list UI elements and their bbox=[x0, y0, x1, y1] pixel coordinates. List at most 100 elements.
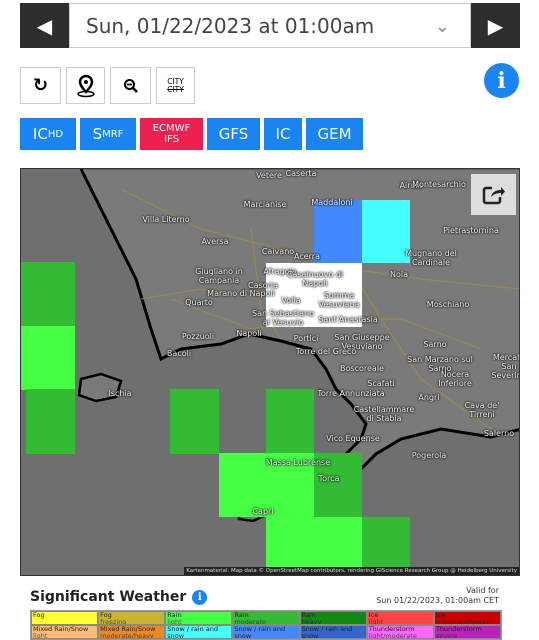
model-tab-ecmwf-ifs[interactable]: ECMWF IFS bbox=[140, 118, 203, 150]
place-label: Castellammare di Stabia bbox=[353, 405, 415, 423]
place-label: Somma Vesuviana bbox=[318, 291, 360, 309]
legend-item: Rain heavy bbox=[299, 611, 367, 625]
precip-cell-rain-moderate bbox=[26, 389, 75, 454]
place-label: Nocera Inferiore bbox=[438, 370, 472, 388]
city-label-struck: CITY bbox=[167, 84, 184, 94]
legend-item: Snow / rain and snowmoderate bbox=[232, 625, 300, 639]
place-label: Pietrastornina bbox=[443, 226, 499, 235]
place-label: Salerno bbox=[483, 429, 515, 438]
legend-item: Mixed Rain/Snow moderate/heavy bbox=[98, 625, 166, 639]
model-label: IC bbox=[275, 125, 291, 143]
place-label: Pogerola bbox=[411, 451, 447, 460]
city-labels-toggle[interactable]: CITY CITY bbox=[156, 67, 195, 104]
place-label: Angri bbox=[418, 393, 440, 402]
place-label: Torre Annunziata bbox=[317, 389, 385, 398]
place-label: Sarno bbox=[423, 340, 447, 349]
place-label: San Sebastiano al Vesuvio bbox=[252, 309, 314, 327]
place-label: Giugliano in Campania bbox=[195, 267, 243, 285]
place-label: Capri bbox=[252, 507, 274, 516]
zoom-out-button[interactable] bbox=[110, 67, 151, 104]
location-button[interactable] bbox=[66, 67, 105, 104]
legend-item: Mixed Rain/Snow light bbox=[31, 625, 99, 639]
triangle-right-icon: ▶ bbox=[487, 13, 504, 38]
date-select[interactable]: Sun, 01/22/2023 at 01:00am ⌄ bbox=[69, 3, 471, 48]
model-sublabel: MRF bbox=[102, 128, 124, 140]
legend-item: Rain light bbox=[165, 611, 233, 625]
place-label: Mugnano del Cardinale bbox=[405, 249, 457, 267]
model-tab-gem[interactable]: GEM bbox=[306, 118, 363, 150]
legend-item: Thunderstorm light/moderate bbox=[366, 625, 434, 639]
place-label: Acerra bbox=[294, 252, 320, 261]
legend-label: Fog bbox=[33, 611, 45, 619]
place-label: Nola bbox=[389, 270, 409, 279]
precip-cell-rain-light bbox=[21, 326, 75, 390]
date-value: Sun, 01/22/2023 at 01:00am bbox=[86, 13, 375, 38]
place-label: Mercato San Severino bbox=[491, 353, 520, 380]
precip-cell-rain-moderate bbox=[266, 389, 314, 454]
legend-item: Snow / rain and snowheavy bbox=[299, 625, 367, 639]
share-button[interactable] bbox=[471, 174, 516, 215]
significant-weather-heading: Significant Weather i bbox=[30, 589, 208, 605]
place-label: Sant'Anastasia bbox=[318, 315, 378, 324]
section-title: Significant Weather bbox=[30, 589, 187, 605]
place-label: Ischia bbox=[108, 389, 132, 398]
model-label: IC bbox=[32, 125, 48, 143]
legend-item: Thunderstorm severe bbox=[433, 625, 501, 639]
place-label: Moschiano bbox=[426, 300, 470, 309]
map-attribution: Kartenmaterial: Map data © OpenStreetMap… bbox=[184, 567, 519, 575]
weather-map[interactable]: Vetere Caserta Airola Montesarchio Maddaloni… bbox=[20, 168, 520, 576]
place-label: Vico Equense bbox=[326, 434, 380, 443]
model-tab-smrf[interactable]: S MRF bbox=[80, 118, 136, 150]
legend-sublabel: light bbox=[33, 631, 48, 639]
map-pin-icon bbox=[76, 74, 95, 97]
valid-time-value: Sun 01/22/2023, 01:00am CET bbox=[376, 596, 499, 605]
previous-time-button[interactable]: ◀ bbox=[20, 3, 69, 48]
legend-item: Ice light bbox=[366, 611, 434, 625]
next-time-button[interactable]: ▶ bbox=[471, 3, 520, 48]
place-label: Torre del Greco bbox=[295, 347, 357, 356]
model-label: ECMWF bbox=[152, 123, 191, 134]
place-label: Casalnuovo di Napoli bbox=[286, 270, 344, 288]
share-icon bbox=[482, 186, 505, 204]
model-label: S bbox=[92, 125, 103, 143]
model-label: GEM bbox=[317, 125, 352, 143]
place-label: Pozzuoli bbox=[181, 332, 215, 341]
place-label: Boscoreale bbox=[340, 364, 384, 373]
place-label: Marcianise bbox=[243, 200, 287, 209]
model-tabs: IC HD S MRF ECMWF IFS GFS IC GEM bbox=[20, 118, 363, 150]
info-icon[interactable]: i bbox=[192, 589, 208, 605]
model-label: GFS bbox=[218, 125, 249, 143]
place-label: Maddaloni bbox=[311, 198, 353, 207]
place-label: Montesarchio bbox=[412, 180, 466, 189]
legend-item: Fog freezing bbox=[98, 611, 166, 625]
place-label: Napoli bbox=[236, 329, 262, 338]
place-label: Vetere bbox=[256, 171, 282, 180]
legend-item: Rain moderate bbox=[232, 611, 300, 625]
valid-time: Valid for Sun 01/22/2023, 01:00am CET bbox=[376, 586, 499, 606]
model-tab-ichd[interactable]: IC HD bbox=[20, 118, 76, 150]
place-label: Massa Lubrense bbox=[265, 458, 331, 467]
place-label: Bacoli bbox=[166, 349, 192, 358]
place-label: Caivano bbox=[261, 247, 295, 256]
legend-item: Fog bbox=[31, 611, 99, 625]
refresh-button[interactable]: ↻ bbox=[20, 67, 61, 104]
legend-sublabel: moderate/heavy bbox=[100, 631, 154, 639]
place-label: Aversa bbox=[201, 237, 229, 246]
model-tab-gfs[interactable]: GFS bbox=[207, 118, 260, 150]
place-label: Quarto bbox=[185, 298, 213, 307]
place-label: Scafati bbox=[367, 379, 395, 388]
model-sublabel: HD bbox=[47, 128, 64, 140]
zoom-out-icon bbox=[123, 78, 138, 93]
legend-item: Ice moderate/heavy bbox=[433, 611, 501, 625]
place-label: Torca bbox=[318, 474, 340, 483]
place-label: Volla bbox=[281, 296, 301, 305]
legend-sublabel: light/moderate bbox=[368, 631, 417, 639]
place-label: Caserta bbox=[285, 169, 317, 178]
legend-item: Snow / rain and snowlight bbox=[165, 625, 233, 639]
place-label: Marano di Napoli bbox=[207, 289, 275, 298]
place-label: Villa Literno bbox=[142, 215, 190, 224]
model-tab-ic[interactable]: IC bbox=[264, 118, 302, 150]
info-icon[interactable]: i bbox=[484, 63, 519, 98]
date-navigator: ◀ Sun, 01/22/2023 at 01:00am ⌄ ▶ bbox=[20, 3, 520, 48]
triangle-left-icon: ◀ bbox=[36, 13, 53, 38]
